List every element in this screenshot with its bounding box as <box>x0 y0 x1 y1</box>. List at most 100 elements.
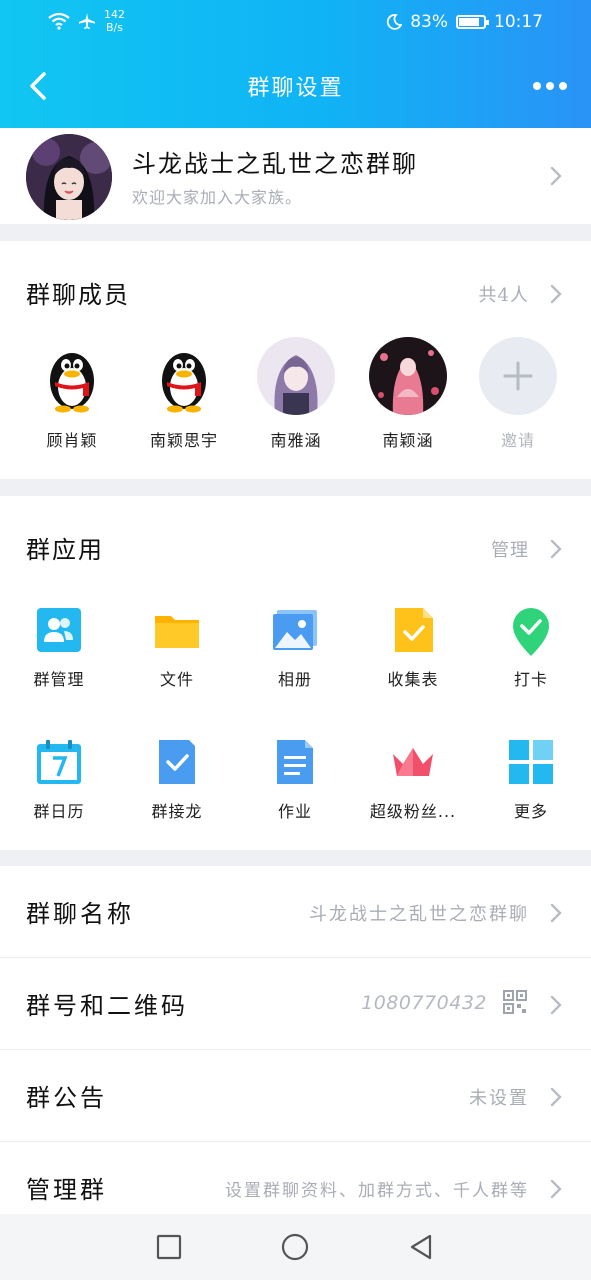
member-name: 南雅涵 <box>270 431 322 450</box>
member-item[interactable]: 南颖思宇 <box>134 337 234 451</box>
more-dot-icon <box>533 82 541 90</box>
group-number-value: 1080770432 <box>361 992 487 1014</box>
app-label: 群管理 <box>33 670 85 689</box>
system-navigation-bar <box>0 1214 591 1280</box>
group-description: 欢迎大家加入大家族。 <box>132 188 303 207</box>
group-apps-card: 群应用 管理 群管理 文件 相册 收集表 打卡 群日历 群接龙 作业 超级粉丝.… <box>0 496 591 850</box>
chevron-right-icon <box>549 1178 563 1200</box>
recent-apps-button[interactable] <box>154 1232 184 1262</box>
app-label: 打卡 <box>513 670 548 689</box>
square-icon <box>156 1234 182 1260</box>
app-collect-form[interactable]: 收集表 <box>358 606 468 690</box>
app-label: 收集表 <box>387 670 439 689</box>
qr-code-icon[interactable] <box>503 990 527 1014</box>
announcement-row[interactable]: 群公告 未设置 <box>0 1050 591 1142</box>
row-value: 未设置 <box>469 1088 529 1109</box>
row-label: 群号和二维码 <box>26 992 188 1020</box>
back-nav-button[interactable] <box>406 1232 436 1262</box>
header-bar: 142 B/s 83% 10:17 群聊设置 <box>0 0 591 128</box>
manage-group-row[interactable]: 管理群 设置群聊资料、加群方式、千人群等 <box>0 1142 591 1216</box>
homework-icon <box>271 738 319 786</box>
moon-icon <box>387 14 403 30</box>
network-speed-unit: B/s <box>106 21 123 34</box>
row-value: 斗龙战士之乱世之恋群聊 <box>309 904 529 925</box>
app-label: 作业 <box>277 802 312 821</box>
app-homework[interactable]: 作业 <box>240 738 350 822</box>
photo-album-icon <box>271 606 319 654</box>
app-album[interactable]: 相册 <box>240 606 350 690</box>
wifi-icon <box>48 12 70 30</box>
group-settings-list: 群聊名称 斗龙战士之乱世之恋群聊 群号和二维码 1080770432 群公告 未… <box>0 866 591 1216</box>
group-name-row[interactable]: 群聊名称 斗龙战士之乱世之恋群聊 <box>0 866 591 958</box>
relay-icon <box>153 738 201 786</box>
apps-title: 群应用 <box>26 536 104 564</box>
chevron-right-icon <box>549 165 563 187</box>
member-item[interactable]: 南颖涵 <box>358 337 458 451</box>
members-title: 群聊成员 <box>26 281 130 309</box>
clock: 10:17 <box>494 12 543 32</box>
group-profile-card[interactable]: 斗龙战士之乱世之恋群聊 欢迎大家加入大家族。 <box>0 128 591 224</box>
chevron-right-icon[interactable] <box>549 283 563 305</box>
qq-penguin-avatar <box>145 337 223 415</box>
folder-icon <box>153 606 201 654</box>
network-speed: 142 B/s <box>104 8 125 34</box>
row-label: 群聊名称 <box>26 900 134 928</box>
app-label: 更多 <box>513 802 548 821</box>
battery-percent: 83% <box>410 12 448 32</box>
more-apps-icon <box>507 738 555 786</box>
plus-icon <box>479 337 557 415</box>
app-label: 相册 <box>277 670 312 689</box>
members-count[interactable]: 共4人 <box>479 281 529 307</box>
triangle-back-icon <box>410 1234 432 1260</box>
page-title: 群聊设置 <box>247 76 344 101</box>
member-avatar <box>257 337 335 415</box>
app-relay[interactable]: 群接龙 <box>122 738 232 822</box>
group-number-row[interactable]: 群号和二维码 1080770432 <box>0 958 591 1050</box>
member-name: 顾肖颖 <box>46 431 98 450</box>
calendar-icon <box>35 738 83 786</box>
chevron-right-icon[interactable] <box>549 538 563 560</box>
app-label: 群日历 <box>33 802 85 821</box>
check-in-icon <box>507 606 555 656</box>
home-button[interactable] <box>280 1232 310 1262</box>
app-more[interactable]: 更多 <box>476 738 586 822</box>
invite-button[interactable]: 邀请 <box>468 337 568 451</box>
app-check-in[interactable]: 打卡 <box>476 606 586 690</box>
members-card: 群聊成员 共4人 顾肖颖 南颖思宇 南雅涵 南颖涵 邀请 <box>0 241 591 479</box>
member-item[interactable]: 南雅涵 <box>246 337 346 451</box>
app-label: 文件 <box>159 670 194 689</box>
qq-penguin-avatar <box>33 337 111 415</box>
airplane-icon <box>79 13 95 29</box>
group-avatar[interactable] <box>26 134 112 220</box>
app-label: 群接龙 <box>151 802 203 821</box>
app-group-manage[interactable]: 群管理 <box>4 606 114 690</box>
apps-manage-link[interactable]: 管理 <box>491 536 529 562</box>
invite-label: 邀请 <box>500 431 535 450</box>
member-name: 南颖思宇 <box>149 431 218 450</box>
crown-icon <box>389 738 437 786</box>
battery-icon <box>456 15 489 29</box>
member-name: 南颖涵 <box>382 431 434 450</box>
more-dot-icon <box>546 82 554 90</box>
row-label: 群公告 <box>26 1084 107 1112</box>
app-super-fans[interactable]: 超级粉丝... <box>358 738 468 822</box>
navbar: 群聊设置 <box>0 60 591 110</box>
row-value: 设置群聊资料、加群方式、千人群等 <box>225 1181 529 1201</box>
status-bar: 142 B/s 83% 10:17 <box>0 8 591 38</box>
circle-icon <box>281 1233 309 1261</box>
row-label: 管理群 <box>26 1176 107 1204</box>
more-menu-button[interactable] <box>533 78 573 94</box>
group-name: 斗龙战士之乱世之恋群聊 <box>132 150 418 178</box>
form-collect-icon <box>389 606 437 654</box>
member-avatar <box>369 337 447 415</box>
member-item[interactable]: 顾肖颖 <box>22 337 122 451</box>
more-dot-icon <box>559 82 567 90</box>
chevron-right-icon <box>549 1086 563 1108</box>
app-calendar[interactable]: 群日历 <box>4 738 114 822</box>
group-manage-icon <box>35 606 83 654</box>
chevron-right-icon <box>549 994 563 1016</box>
chevron-right-icon <box>549 902 563 924</box>
network-speed-value: 142 <box>104 8 125 21</box>
app-files[interactable]: 文件 <box>122 606 232 690</box>
app-label: 超级粉丝... <box>369 802 457 821</box>
